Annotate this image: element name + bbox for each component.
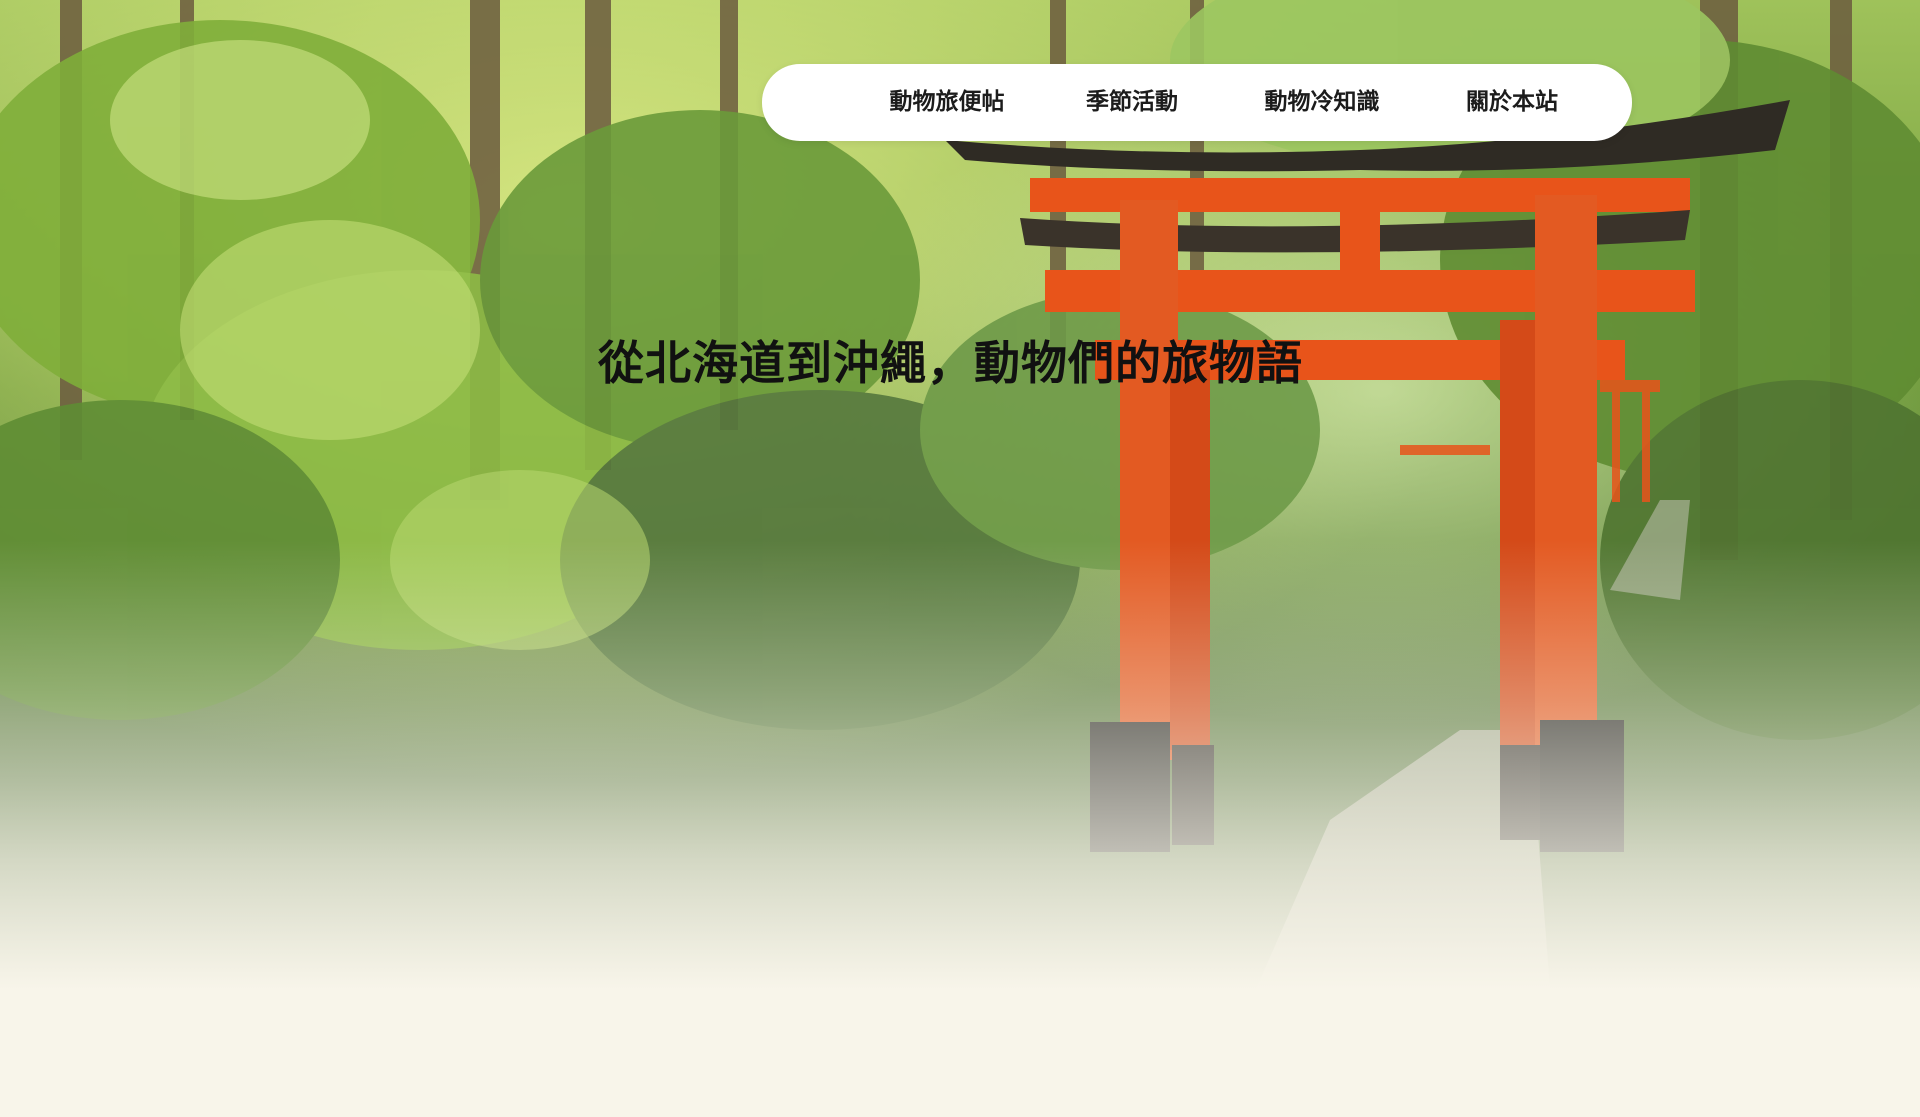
nav-item-seasonal-events[interactable]: 季節活動 [1072,64,1192,141]
nav-item-animal-trivia[interactable]: 動物冷知識 [1252,64,1392,141]
nav-item-animal-travel-notes[interactable]: 動物旅便帖 [877,64,1017,141]
nav-item-about-site[interactable]: 關於本站 [1442,64,1582,141]
hero-title: 從北海道到沖繩，動物們的旅物語 [598,335,1303,390]
top-navigation: 動物旅便帖 季節活動 動物冷知識 關於本站 [762,64,1632,141]
hero-background-image [0,0,1920,1117]
hero-section: 動物旅便帖 季節活動 動物冷知識 關於本站 從北海道到沖繩，動物們的旅物語 [0,0,1920,1117]
